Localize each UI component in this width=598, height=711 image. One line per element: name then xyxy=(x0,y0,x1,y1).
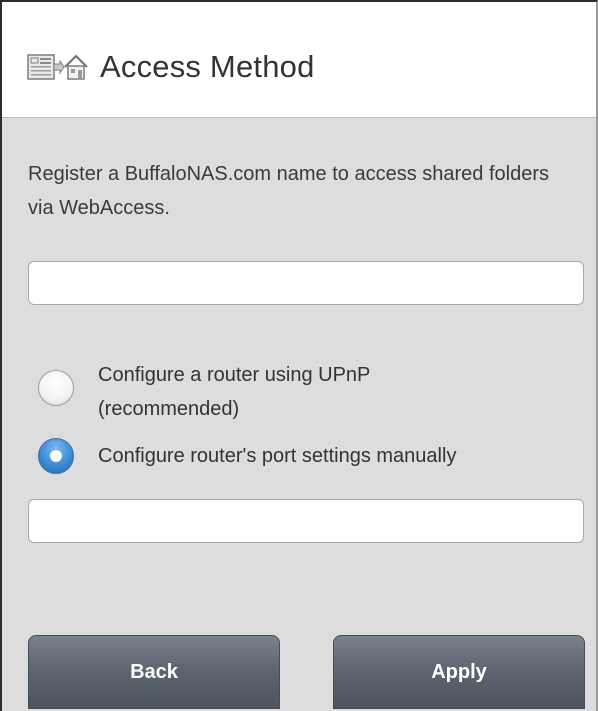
port-number-input[interactable] xyxy=(28,499,584,543)
header-bar: Access Method xyxy=(2,2,596,118)
upnp-label[interactable]: Configure a router using UPnP xyxy=(98,358,370,392)
manual-port-label[interactable]: Configure router's port settings manuall… xyxy=(98,439,456,473)
manual-port-radio[interactable] xyxy=(38,438,74,474)
upnp-radio[interactable] xyxy=(38,370,74,406)
buffalonas-name-input[interactable] xyxy=(28,261,584,305)
upnp-label-note[interactable]: (recommended) xyxy=(98,392,239,426)
page-title: Access Method xyxy=(100,49,315,84)
back-button[interactable]: Back xyxy=(28,635,280,709)
access-method-screen: Access Method Register a BuffaloNAS.com … xyxy=(0,0,598,711)
nas-webaccess-icon xyxy=(27,54,88,80)
description-text: Register a BuffaloNAS.com name to access… xyxy=(28,163,549,219)
apply-button[interactable]: Apply xyxy=(333,635,585,709)
